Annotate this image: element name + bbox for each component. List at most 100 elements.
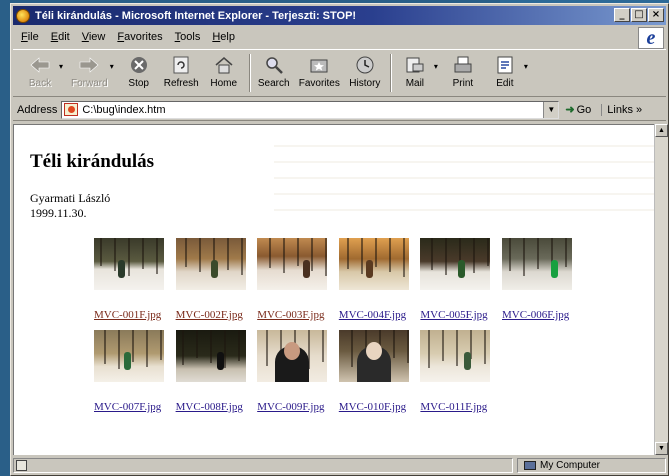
- person-figure: [216, 352, 224, 370]
- author-name: Gyarmati László: [30, 191, 111, 205]
- thumbnail-image[interactable]: [94, 238, 164, 290]
- refresh-icon: [170, 54, 192, 76]
- thumbnail-link[interactable]: MVC-009F.jpg: [257, 401, 324, 413]
- back-dropdown-icon[interactable]: ▾: [59, 62, 63, 71]
- status-text-area: [13, 458, 513, 473]
- menu-favorites[interactable]: Favorites: [117, 31, 162, 43]
- address-label: Address: [17, 103, 58, 116]
- links-button[interactable]: Links »: [601, 103, 642, 116]
- tree-trunk: [523, 238, 525, 276]
- menu-tools[interactable]: Tools: [175, 31, 201, 43]
- address-input[interactable]: C:\bug\index.htm ▼: [61, 100, 560, 119]
- minimize-button[interactable]: _: [614, 8, 630, 22]
- menu-bar: File Edit View Favorites Tools Help: [13, 27, 666, 47]
- zone-label: My Computer: [540, 460, 601, 471]
- tree-trunk: [392, 330, 395, 358]
- close-button[interactable]: ×: [648, 8, 664, 22]
- page-content: Téli kirándulás Gyarmati László 1999.11.…: [13, 124, 654, 455]
- thumbnail-image[interactable]: [502, 238, 572, 290]
- tree-trunk: [484, 330, 487, 364]
- thumbnail-link[interactable]: MVC-008F.jpg: [176, 401, 243, 413]
- print-button[interactable]: Print: [446, 54, 480, 89]
- mail-dropdown-icon[interactable]: ▾: [434, 62, 438, 71]
- favorites-button[interactable]: Favorites: [299, 54, 340, 89]
- page-icon: [64, 103, 79, 116]
- vertical-scrollbar[interactable]: ▲ ▼: [654, 124, 668, 455]
- thumbnail-image[interactable]: [420, 238, 491, 290]
- tree-trunk: [473, 238, 476, 273]
- thumbnail-image[interactable]: [257, 330, 328, 382]
- thumbnail-link[interactable]: MVC-007F.jpg: [94, 401, 161, 413]
- ie-app-icon[interactable]: [16, 8, 30, 23]
- tree-trunk: [374, 238, 377, 267]
- tree-trunk: [266, 330, 269, 366]
- forward-arrow-icon: [78, 54, 100, 76]
- forward-button[interactable]: Forward: [71, 54, 108, 89]
- go-button[interactable]: ➜ Go: [565, 103, 591, 117]
- tree-trunk: [223, 330, 226, 368]
- ie-throbber-logo: e: [638, 27, 664, 49]
- thumbnail-image[interactable]: [175, 330, 246, 382]
- window-title: Téli kirándulás - Microsoft Internet Exp…: [35, 9, 357, 22]
- address-dropdown-icon[interactable]: ▼: [543, 101, 559, 118]
- page-status-icon: [16, 460, 27, 471]
- thumbnail-image[interactable]: [175, 238, 246, 290]
- stop-button[interactable]: Stop: [122, 54, 156, 89]
- thumbnail-image[interactable]: [420, 330, 491, 382]
- security-zone: My Computer: [517, 458, 666, 473]
- thumbnail-link[interactable]: MVC-001F.jpg: [94, 309, 161, 321]
- thumbnail-link[interactable]: MVC-006F.jpg: [502, 309, 569, 321]
- thumbnail-image[interactable]: [338, 330, 409, 382]
- menu-edit[interactable]: Edit: [51, 31, 70, 43]
- thumbnail-image[interactable]: [94, 330, 164, 382]
- history-button[interactable]: History: [348, 54, 382, 89]
- thumbnail-image[interactable]: [338, 238, 409, 290]
- tree-trunk: [198, 238, 201, 272]
- thumbnail-link[interactable]: MVC-010F.jpg: [339, 401, 406, 413]
- person-figure: [303, 260, 311, 278]
- title-bar[interactable]: Téli kirándulás - Microsoft Internet Exp…: [13, 6, 666, 25]
- tree-trunk: [509, 238, 511, 271]
- refresh-button[interactable]: Refresh: [164, 54, 199, 89]
- tree-trunk: [445, 238, 448, 275]
- thumbnail-image[interactable]: [257, 238, 328, 290]
- tree-trunk: [428, 330, 431, 368]
- computer-icon: [524, 461, 536, 470]
- back-button[interactable]: Back: [23, 54, 57, 89]
- tree-trunk: [132, 330, 134, 362]
- toolbar-separator: [248, 54, 251, 92]
- tree-trunk: [346, 238, 349, 269]
- menu-help[interactable]: Help: [212, 31, 235, 43]
- home-button[interactable]: Home: [207, 54, 241, 89]
- favorites-icon: [308, 54, 330, 76]
- menu-file[interactable]: File: [21, 31, 39, 43]
- scroll-up-icon[interactable]: ▲: [655, 124, 668, 137]
- go-arrow-icon: ➜: [565, 104, 575, 116]
- scroll-down-icon[interactable]: ▼: [655, 442, 668, 455]
- thumbnail-link[interactable]: MVC-003F.jpg: [257, 309, 324, 321]
- tree-trunk: [442, 330, 445, 361]
- thumbnail-link[interactable]: MVC-002F.jpg: [176, 309, 243, 321]
- edit-dropdown-icon[interactable]: ▾: [524, 62, 528, 71]
- thumbnail-link[interactable]: MVC-011F.jpg: [420, 401, 487, 413]
- menu-view[interactable]: View: [82, 31, 106, 43]
- tree-trunk: [237, 330, 240, 361]
- person-figure: [458, 260, 466, 278]
- tree-trunk: [181, 330, 184, 365]
- person-figure: [210, 260, 218, 278]
- search-button[interactable]: Search: [257, 54, 291, 89]
- mail-button[interactable]: Mail: [398, 54, 432, 89]
- edit-icon: [494, 54, 516, 76]
- forward-dropdown-icon[interactable]: ▾: [110, 62, 114, 71]
- tree-trunk: [360, 238, 363, 274]
- toolbar-separator-2: [389, 54, 392, 92]
- edit-button[interactable]: Edit: [488, 54, 522, 89]
- tree-trunk: [128, 238, 130, 276]
- page-title: Téli kirándulás: [30, 151, 155, 172]
- person-figure: [118, 260, 125, 278]
- person-figure: [551, 260, 558, 278]
- thumbnail-link[interactable]: MVC-005F.jpg: [420, 309, 487, 321]
- maximize-button[interactable]: □: [631, 8, 647, 22]
- tree-trunk: [322, 330, 325, 362]
- thumbnail-link[interactable]: MVC-004F.jpg: [339, 309, 406, 321]
